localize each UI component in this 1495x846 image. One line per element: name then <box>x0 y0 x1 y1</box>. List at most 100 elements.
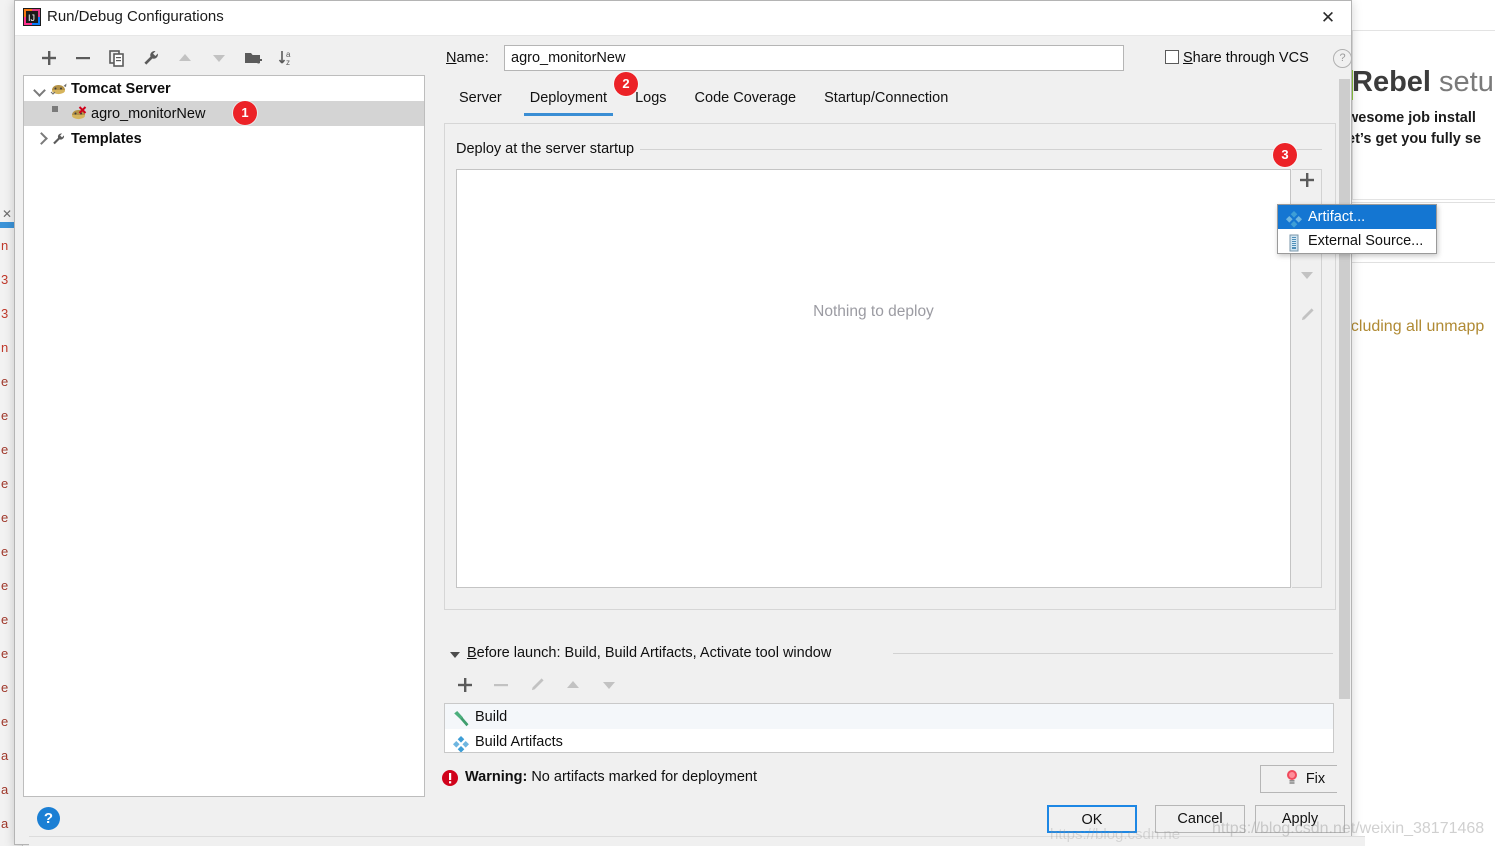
step-badge-1: 1 <box>233 101 257 125</box>
share-through-vcs-label: Share through VCS <box>1183 50 1309 66</box>
configurations-tree[interactable]: Tomcat Server agro_monitorNew Templates <box>23 75 425 797</box>
plus-icon <box>1297 170 1317 195</box>
fix-button-label: Fix <box>1305 771 1326 787</box>
remove-task-button <box>491 675 511 695</box>
menu-item-artifact[interactable]: Artifact... <box>1278 205 1436 229</box>
jrebel-title-bold: Rebel <box>1352 66 1431 98</box>
svg-text:IJ: IJ <box>28 13 35 23</box>
jrebel-title: Rebel setu <box>1352 66 1494 99</box>
help-button[interactable]: ? <box>37 807 60 830</box>
close-icon[interactable]: ✕ <box>0 207 14 221</box>
deployment-list[interactable]: Nothing to deploy <box>456 169 1291 588</box>
name-input[interactable] <box>504 45 1124 71</box>
before-launch-toolbar <box>451 673 619 697</box>
share-label-rest: hare through VCS <box>1192 50 1309 66</box>
create-folder-button[interactable] <box>243 48 263 68</box>
add-task-button[interactable] <box>455 675 475 695</box>
artifact-icon <box>1284 209 1302 228</box>
edit-deployment-button <box>1296 305 1318 329</box>
svg-text:z: z <box>286 58 290 67</box>
move-down-deployment-button <box>1296 265 1318 289</box>
tab-code-coverage[interactable]: Code Coverage <box>681 87 811 116</box>
tree-spacer <box>52 105 68 122</box>
tomcat-icon <box>50 81 67 97</box>
folder-add-icon <box>243 53 263 72</box>
configuration-tabs: Server Deployment Logs Code Coverage Startup… <box>445 87 962 119</box>
plus-icon <box>39 51 59 72</box>
wrench-icon <box>141 51 161 72</box>
arrow-down-icon <box>1297 265 1317 290</box>
error-circle-icon <box>441 769 459 787</box>
warning-text: Warning: No artifacts marked for deploym… <box>465 769 757 785</box>
move-task-up-button <box>563 675 583 695</box>
move-up-button <box>175 48 195 68</box>
question-mark-icon[interactable]: ? <box>1333 49 1352 68</box>
plus-icon <box>455 678 475 699</box>
minus-icon <box>73 55 93 72</box>
tree-row[interactable]: Tomcat Server <box>24 76 424 101</box>
pencil-icon <box>1297 305 1317 330</box>
add-deployment-popup-menu: Artifact... External Source... <box>1277 204 1437 254</box>
deploy-group-title: Deploy at the server startup <box>456 141 641 157</box>
step-badge-2: 2 <box>614 72 638 96</box>
arrow-down-icon <box>599 682 619 699</box>
pencil-icon <box>527 678 547 699</box>
copy-configuration-button[interactable] <box>107 48 127 68</box>
deployment-empty-text: Nothing to deploy <box>813 303 934 320</box>
before-launch-task-list[interactable]: Build Build Artifacts <box>444 703 1334 753</box>
share-through-vcs-checkbox[interactable] <box>1165 50 1179 64</box>
task-label: Build <box>475 708 508 725</box>
tree-row[interactable]: agro_monitorNew <box>24 101 424 126</box>
tree-row-label: Templates <box>71 130 142 147</box>
sort-az-icon: az <box>277 50 297 72</box>
edit-task-button <box>527 675 547 695</box>
run-debug-configurations-dialog: IJ Run/Debug Configurations ✕ az Tomcat … <box>14 0 1365 846</box>
watermark: https://blog.csdn.net/weixin_38171468 <box>1212 820 1485 837</box>
chevron-down-icon[interactable] <box>448 647 462 661</box>
task-label: Build Artifacts <box>475 733 563 750</box>
tab-deployment[interactable]: Deployment <box>516 87 621 116</box>
tab-server[interactable]: Server <box>445 87 516 116</box>
add-configuration-button[interactable] <box>39 48 59 68</box>
name-label: Name: <box>446 50 489 66</box>
tree-row-label: Tomcat Server <box>71 80 171 97</box>
dialog-scrollbar-thumb[interactable] <box>1339 79 1350 699</box>
chevron-down-icon[interactable] <box>32 81 48 97</box>
task-row[interactable]: Build <box>445 704 1333 729</box>
warning-message: No artifacts marked for deployment <box>531 769 757 785</box>
hammer-icon <box>451 709 471 726</box>
intellij-icon: IJ <box>23 8 41 26</box>
wrench-icon <box>50 131 67 147</box>
task-row[interactable]: Build Artifacts <box>445 729 1333 752</box>
tomcat-error-icon <box>70 105 87 122</box>
jrebel-line-2: et’s get you fully se <box>1347 131 1482 147</box>
background-unmapped-text: ncluding all unmapp <box>1342 318 1485 335</box>
menu-item-external-source[interactable]: External Source... <box>1278 229 1436 253</box>
configurations-toolbar: az <box>27 43 434 73</box>
close-icon[interactable]: ✕ <box>1315 6 1341 30</box>
sort-configurations-button[interactable]: az <box>277 48 297 68</box>
chevron-right-icon[interactable] <box>32 131 48 147</box>
external-source-icon <box>1284 233 1302 252</box>
add-deployment-button[interactable] <box>1296 170 1318 194</box>
arrow-down-icon <box>209 55 229 72</box>
jrebel-title-suffix: setu <box>1430 66 1494 98</box>
edit-templates-button[interactable] <box>141 48 161 68</box>
watermark-secondary: https://blog.csdn.ne <box>1050 826 1181 843</box>
dialog-titlebar: IJ Run/Debug Configurations ✕ <box>15 1 1351 36</box>
step-badge-3: 3 <box>1273 143 1297 167</box>
move-down-button <box>209 48 229 68</box>
lightbulb-icon <box>1285 769 1299 789</box>
remove-configuration-button[interactable] <box>73 48 93 68</box>
copy-icon <box>107 50 127 72</box>
menu-item-label: Artifact... <box>1308 209 1366 225</box>
minus-icon <box>491 682 511 699</box>
artifact-icon <box>451 734 471 752</box>
arrow-up-icon <box>563 681 583 699</box>
tree-row[interactable]: Templates <box>24 126 424 151</box>
arrow-up-icon <box>175 54 195 72</box>
move-task-down-button <box>599 675 619 695</box>
tab-startup-connection[interactable]: Startup/Connection <box>810 87 962 116</box>
jrebel-line-1: wesome job install <box>1347 110 1476 126</box>
before-launch-rule <box>893 653 1333 654</box>
